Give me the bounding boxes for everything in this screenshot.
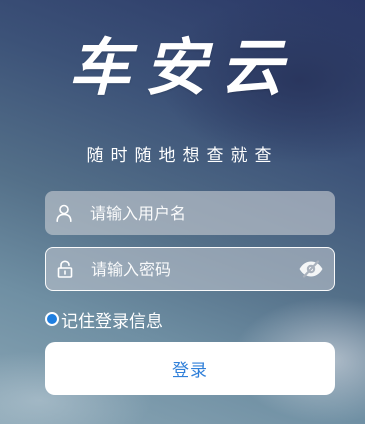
user-icon (55, 204, 73, 222)
password-input[interactable] (91, 249, 298, 289)
login-button[interactable]: 登录 (45, 342, 335, 395)
remember-login-checkbox[interactable]: 记住登录信息 (45, 306, 163, 332)
remember-radio[interactable] (45, 312, 59, 326)
app-slogan: 随时随地想查就查 (86, 146, 279, 166)
eye-hidden-icon[interactable] (298, 259, 324, 279)
username-field[interactable] (45, 191, 335, 235)
username-input[interactable] (90, 193, 335, 233)
lock-icon (56, 260, 74, 278)
app-title: 车安云 (68, 31, 297, 104)
remember-label: 记住登录信息 (61, 311, 163, 332)
password-field[interactable] (45, 247, 335, 291)
